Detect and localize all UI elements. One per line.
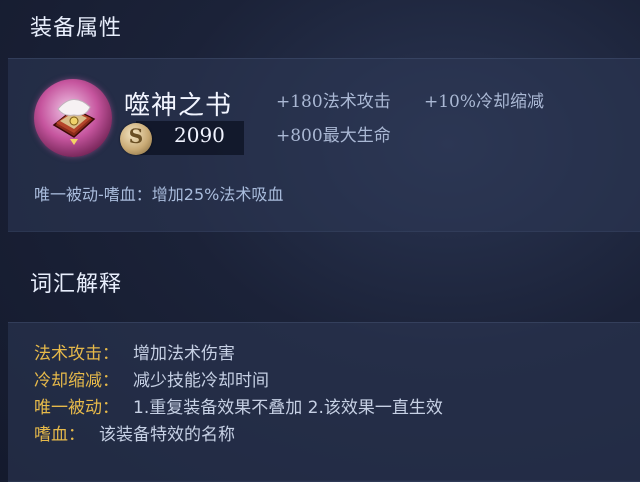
section-title-attributes: 装备属性 xyxy=(30,16,123,41)
stat-magic-attack: +180法术攻击 xyxy=(276,92,391,112)
glossary-term: 法术攻击 xyxy=(34,344,102,364)
item-attributes-panel: 噬神之书 S 2090 +180法术攻击 +10%冷却缩减 +800最大生命 唯… xyxy=(8,58,640,232)
glossary-desc: 该装备特效的名称 xyxy=(99,425,235,445)
glossary-desc: 增加法术伤害 xyxy=(133,344,235,364)
list-item: 嗜血： 该装备特效的名称 xyxy=(34,420,235,445)
list-item: 冷却缩减： 减少技能冷却时间 xyxy=(34,366,269,391)
glossary-panel: 法术攻击： 增加法术伤害 冷却缩减： 减少技能冷却时间 唯一被动： 1.重复装备效果不… xyxy=(8,322,640,482)
glossary-separator: ： xyxy=(102,344,119,364)
glossary-separator: ： xyxy=(102,371,119,391)
item-price: 2090 xyxy=(174,123,225,147)
list-item: 唯一被动： 1.重复装备效果不叠加 2.该效果一直生效 xyxy=(34,393,443,418)
gold-coin-icon: S xyxy=(120,123,152,155)
coin-symbol: S xyxy=(128,124,144,148)
item-name: 噬神之书 xyxy=(124,91,233,121)
glossary-desc: 1.重复装备效果不叠加 2.该效果一直生效 xyxy=(133,398,443,418)
list-item: 法术攻击： 增加法术伤害 xyxy=(34,339,235,364)
passive-description: 唯一被动-嗜血：增加25%法术吸血 xyxy=(34,185,284,204)
glossary-desc: 减少技能冷却时间 xyxy=(133,371,269,391)
glossary-term: 嗜血 xyxy=(34,425,68,445)
glossary-separator: ： xyxy=(68,425,85,445)
section-title-glossary: 词汇解释 xyxy=(30,272,123,297)
glossary-term: 冷却缩减 xyxy=(34,371,102,391)
glossary-term: 唯一被动 xyxy=(34,398,102,418)
book-of-gods-icon[interactable] xyxy=(34,79,112,157)
stat-cooldown-reduction: +10%冷却缩减 xyxy=(424,92,545,112)
stat-max-health: +800最大生命 xyxy=(276,126,391,146)
glossary-separator: ： xyxy=(102,398,119,418)
